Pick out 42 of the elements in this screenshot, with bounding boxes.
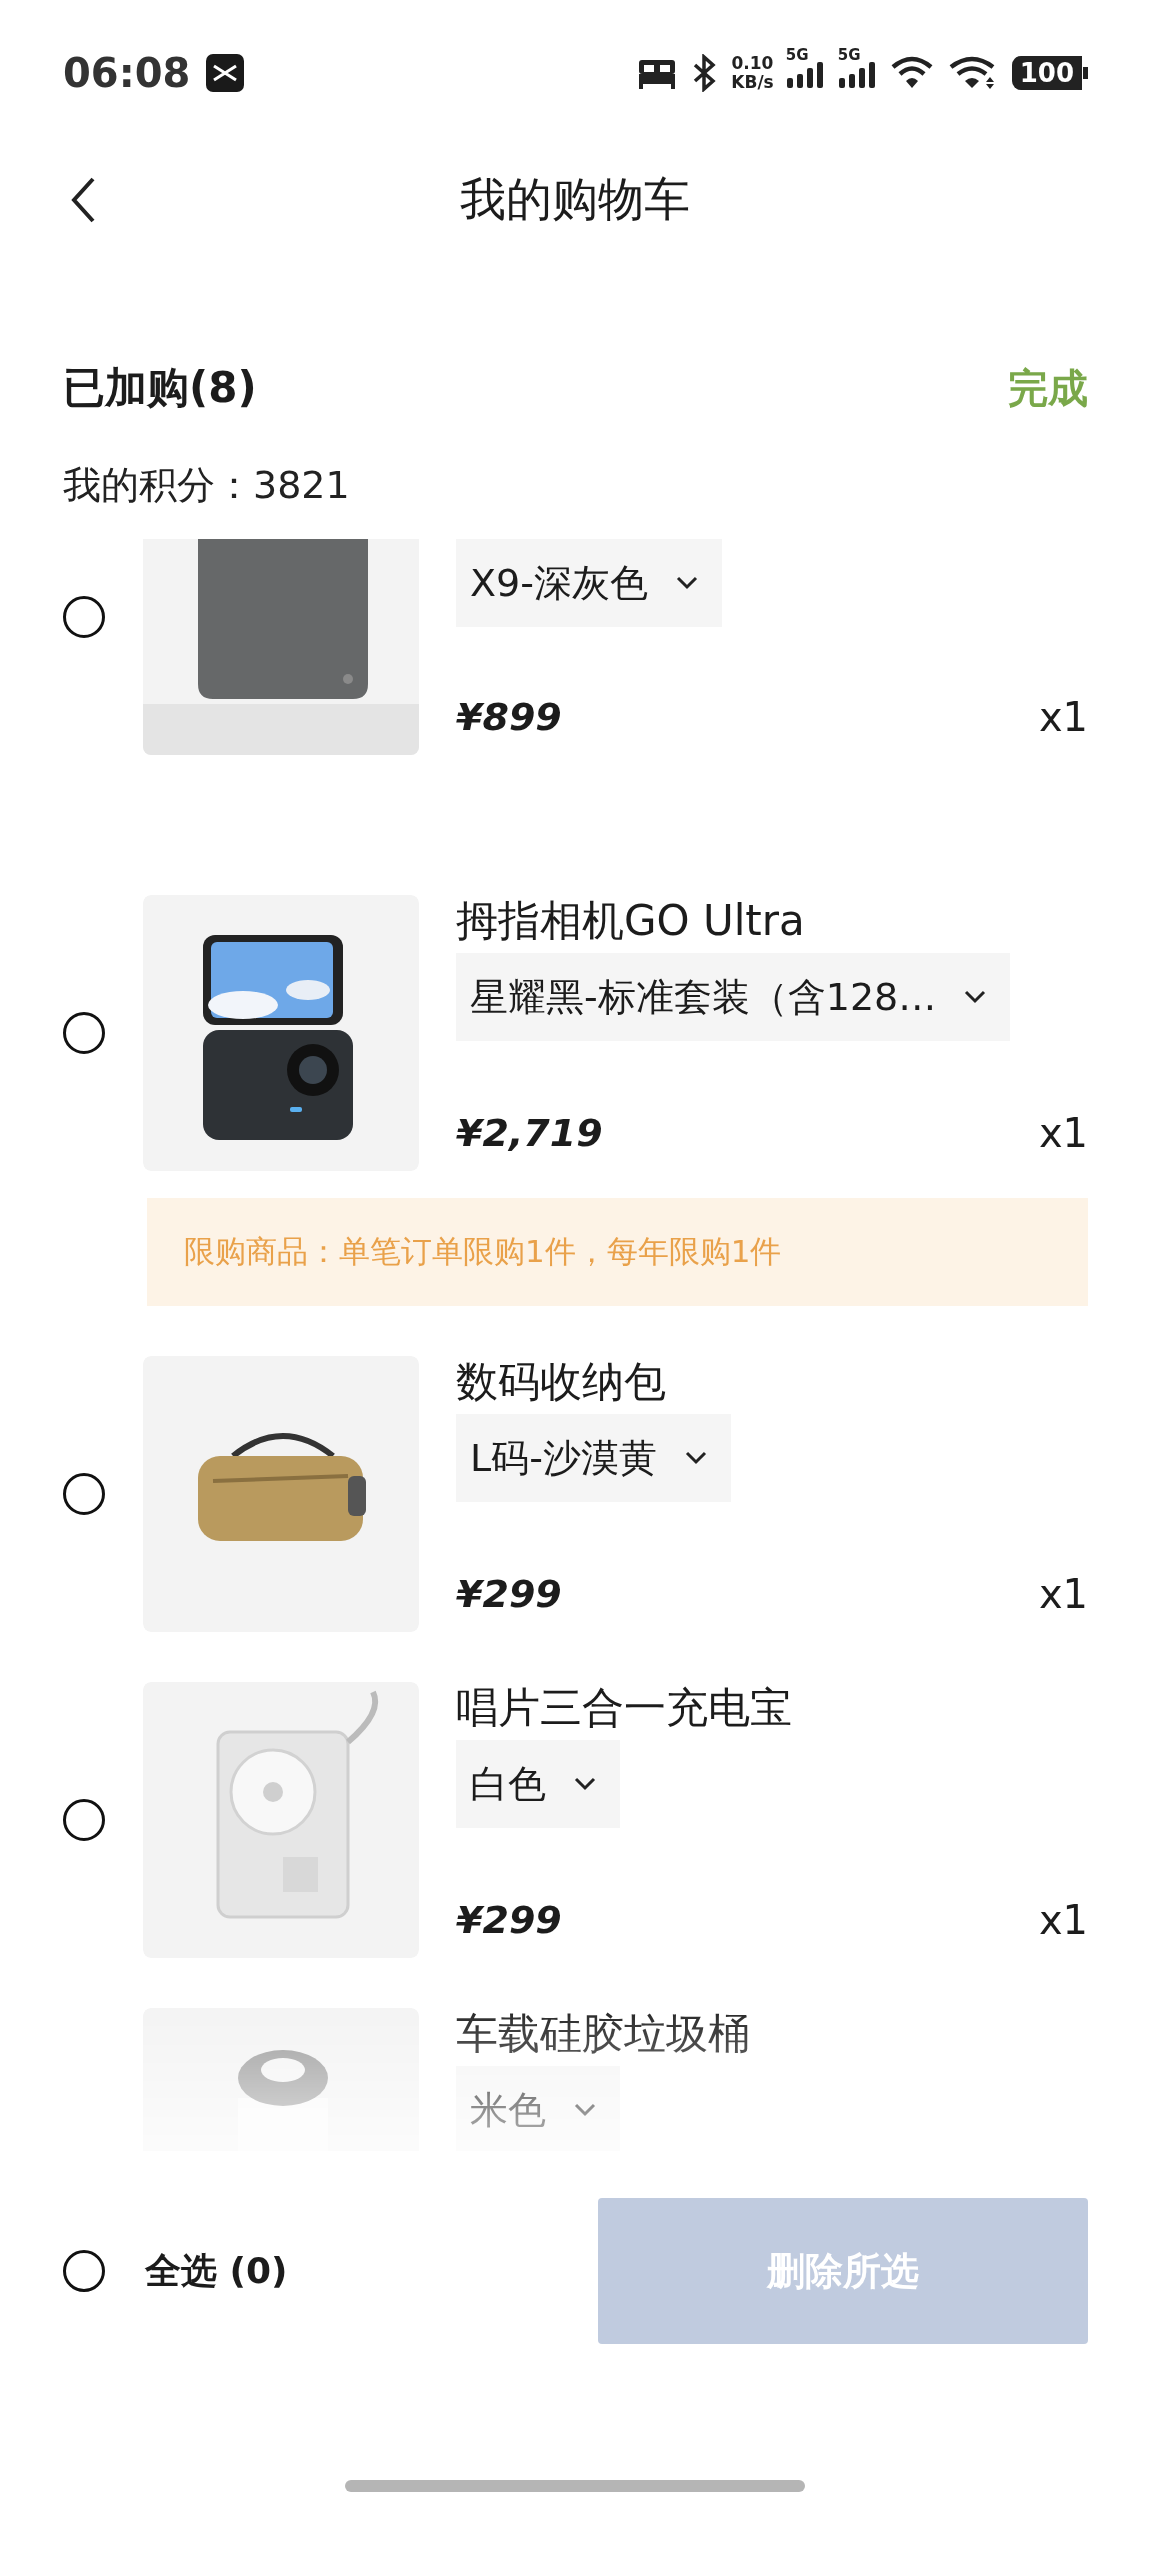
product-title: 唱片三合一充电宝 xyxy=(456,1682,792,1734)
product-price: ¥299 xyxy=(456,1898,562,1942)
back-button[interactable] xyxy=(70,176,96,224)
product-title: 数码收纳包 xyxy=(456,1356,666,1408)
chevron-down-icon xyxy=(574,2103,596,2117)
product-price: ¥299 xyxy=(456,1572,562,1616)
product-price: ¥2,719 xyxy=(456,1111,603,1155)
chevron-down-icon xyxy=(675,576,698,590)
quantity-text: x1 xyxy=(1038,1897,1088,1943)
quantity-text: x1 xyxy=(1038,1571,1088,1617)
purchase-limit-notice: 限购商品：单笔订单限购1件，每年限购1件 xyxy=(147,1198,1088,1306)
page-title: 我的购物车 xyxy=(460,171,690,228)
points-text: 我的积分：3821 xyxy=(62,462,351,509)
variant-dropdown[interactable]: L码-沙漠黄 xyxy=(456,1414,731,1502)
select-all-label[interactable]: 全选 (0) xyxy=(145,2246,288,2296)
quantity-text: x1 xyxy=(1038,1110,1088,1156)
chevron-down-icon xyxy=(964,990,987,1004)
chevron-down-icon xyxy=(684,1451,707,1465)
network-speed-unit: KB/s xyxy=(731,72,774,92)
battery-indicator: 100 xyxy=(1011,55,1088,90)
product-title: 拇指相机GO Ultra xyxy=(456,895,805,947)
signal-icon xyxy=(785,59,826,90)
product-title: 车载硅胶垃圾桶 xyxy=(456,2008,750,2060)
item-checkbox[interactable] xyxy=(63,1799,105,1841)
variant-dropdown[interactable]: 白色 xyxy=(456,1740,620,1828)
chevron-down-icon xyxy=(574,1777,596,1791)
network-speed: 0.10 xyxy=(731,53,774,73)
network-type: 5G xyxy=(785,45,809,64)
cart-count: 已加购(8) xyxy=(63,362,257,414)
item-checkbox[interactable] xyxy=(63,1473,105,1515)
signal-icon xyxy=(837,59,878,90)
item-checkbox[interactable] xyxy=(63,1012,105,1054)
network-type: 5G xyxy=(837,45,861,64)
select-all-checkbox[interactable] xyxy=(63,2250,105,2292)
variant-dropdown[interactable]: 星耀黑-标准套装（含128… xyxy=(456,953,1011,1041)
item-checkbox[interactable] xyxy=(63,596,105,638)
quantity-text: x1 xyxy=(1038,694,1088,740)
product-price: ¥899 xyxy=(456,695,562,739)
status-time: 06:08 xyxy=(63,49,191,96)
back-icon xyxy=(70,176,96,224)
variant-dropdown[interactable]: X9-深灰色 xyxy=(456,539,722,627)
app-notification-icon xyxy=(206,53,245,92)
